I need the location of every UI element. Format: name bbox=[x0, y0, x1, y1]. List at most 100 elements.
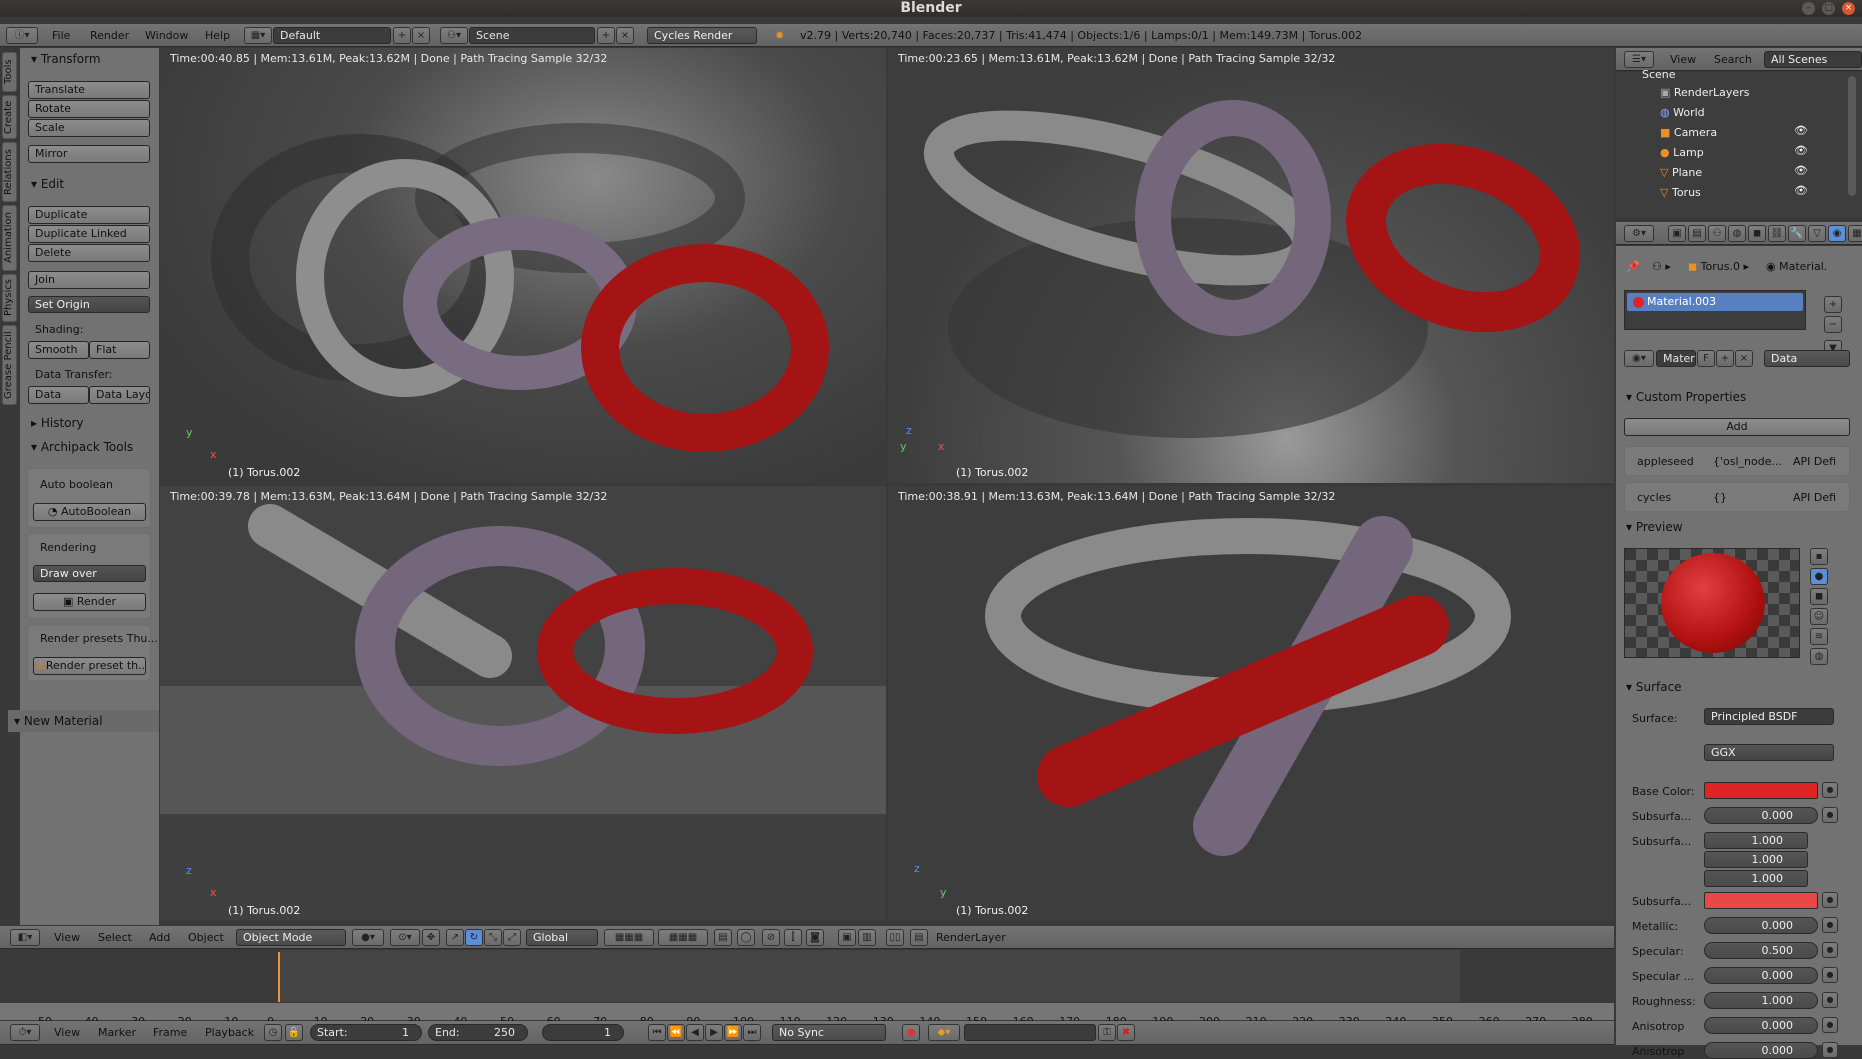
fake-user-button[interactable]: F bbox=[1697, 350, 1715, 367]
scene-tab-icon[interactable]: ⚇ bbox=[1708, 225, 1726, 242]
unlink-material-icon[interactable]: × bbox=[1735, 350, 1753, 367]
properties-editor-icon[interactable]: ⚙▾ bbox=[1624, 225, 1654, 242]
surface-number-field[interactable]: 0.500 bbox=[1704, 942, 1818, 959]
object-tab-icon[interactable]: ◼ bbox=[1748, 225, 1766, 242]
tab-animation[interactable]: Animation bbox=[2, 205, 17, 271]
data-button[interactable]: Data bbox=[28, 386, 89, 404]
subsurface-radius-field[interactable]: 1.000 bbox=[1704, 832, 1808, 849]
socket-link-icon[interactable]: ● bbox=[1822, 782, 1838, 798]
surface-number-field[interactable]: 0.000 bbox=[1704, 1017, 1818, 1034]
menu-playback[interactable]: Playback bbox=[205, 1024, 254, 1041]
menu-view[interactable]: View bbox=[54, 1024, 80, 1041]
render-preset-button[interactable]: ⚠Render preset th... bbox=[33, 657, 146, 675]
tab-grease-pencil[interactable]: Grease Pencil bbox=[2, 325, 17, 405]
pivot-icon[interactable]: ⊙▾ bbox=[390, 929, 420, 946]
data-tab-icon[interactable]: ▽ bbox=[1808, 225, 1826, 242]
keying-icon[interactable]: ◆▾ bbox=[928, 1024, 960, 1041]
socket-link-icon[interactable]: ● bbox=[1822, 992, 1838, 1008]
orientation-dropdown[interactable]: Global bbox=[526, 929, 598, 946]
visibility-eye-icon[interactable]: 👁 bbox=[1794, 124, 1808, 137]
socket-link-icon[interactable]: ● bbox=[1822, 917, 1838, 933]
add-slot-icon[interactable]: + bbox=[1824, 296, 1842, 313]
outliner-menu-search[interactable]: Search bbox=[1714, 51, 1752, 68]
opengl-render-icon[interactable]: ▣ bbox=[838, 929, 856, 946]
duplicate-linked-button[interactable]: Duplicate Linked bbox=[28, 225, 150, 243]
socket-link-icon[interactable]: ● bbox=[1822, 1017, 1838, 1033]
outliner-item-plane[interactable]: ▽ Plane bbox=[1660, 164, 1702, 181]
scene-icon[interactable]: ⚇▾ bbox=[440, 27, 468, 44]
socket-link-icon[interactable]: ● bbox=[1822, 967, 1838, 983]
scale-manip-icon[interactable]: ⤡ bbox=[484, 929, 502, 946]
render-engine-dropdown[interactable]: Cycles Render bbox=[647, 27, 757, 44]
mode-dropdown[interactable]: Object Mode bbox=[236, 929, 346, 946]
pin-icon[interactable]: 📌 bbox=[1626, 260, 1640, 273]
socket-link-icon[interactable]: ● bbox=[1822, 807, 1838, 823]
layout-icon[interactable]: ▦▾ bbox=[244, 27, 272, 44]
surface-number-field[interactable]: 1.000 bbox=[1704, 992, 1818, 1009]
material-name-field[interactable]: Materi bbox=[1656, 350, 1696, 367]
tab-physics[interactable]: Physics bbox=[2, 274, 17, 322]
outliner-item-lamp[interactable]: ● Lamp bbox=[1660, 144, 1704, 161]
insert-key-icon[interactable]: ⚿ bbox=[1098, 1024, 1116, 1041]
remove-slot-icon[interactable]: − bbox=[1824, 316, 1842, 333]
world-tab-icon[interactable]: ◍ bbox=[1728, 225, 1746, 242]
jump-start-icon[interactable]: ⏮ bbox=[648, 1024, 666, 1041]
remove-layout-icon[interactable]: × bbox=[412, 27, 430, 44]
menu-marker[interactable]: Marker bbox=[98, 1024, 136, 1041]
draw-over-dropdown[interactable]: Draw over bbox=[33, 565, 146, 582]
layers-grid2-icon[interactable]: ▦▦▦ bbox=[658, 929, 708, 946]
outliner-item-world[interactable]: ◍ World bbox=[1660, 104, 1705, 121]
rotate-manip-icon[interactable]: ↻ bbox=[465, 929, 483, 946]
play-reverse-icon[interactable]: ◀ bbox=[686, 1024, 704, 1041]
panel-custom-properties-header[interactable]: ▾ Custom Properties bbox=[1626, 390, 1746, 404]
editor-type-icon[interactable]: ⓘ▾ bbox=[6, 27, 38, 44]
shading-icon[interactable]: ●▾ bbox=[352, 929, 384, 946]
new-material-icon[interactable]: + bbox=[1716, 350, 1734, 367]
duplicate-button[interactable]: Duplicate bbox=[28, 206, 150, 224]
outliner-item-torus[interactable]: ▽ Torus bbox=[1660, 184, 1701, 201]
editor-type-icon[interactable]: ◧▾ bbox=[10, 929, 40, 946]
maximize-icon[interactable]: □ bbox=[1822, 2, 1835, 15]
outliner-item-renderlayers[interactable]: ▣ RenderLayers bbox=[1660, 84, 1749, 101]
mirror-button[interactable]: Mirror bbox=[28, 145, 150, 163]
surface-shader-dropdown[interactable]: Principled BSDF bbox=[1704, 708, 1834, 725]
manipulator-icon[interactable]: ✥ bbox=[422, 929, 440, 946]
keying-set-field[interactable] bbox=[964, 1024, 1096, 1041]
translate-button[interactable]: Translate bbox=[28, 81, 150, 99]
join-button[interactable]: Join bbox=[28, 271, 150, 289]
smooth-button[interactable]: Smooth bbox=[28, 341, 89, 359]
record-icon[interactable]: ● bbox=[902, 1024, 920, 1041]
menu-frame[interactable]: Frame bbox=[153, 1024, 187, 1041]
surface-number-field[interactable]: 0.000 bbox=[1704, 917, 1818, 934]
socket-link-icon[interactable]: ● bbox=[1822, 1042, 1838, 1058]
lock-icon[interactable]: 🔒 bbox=[285, 1024, 303, 1041]
autoboolean-button[interactable]: ◔ AutoBoolean bbox=[33, 503, 146, 521]
proportional-icon[interactable]: ◯ bbox=[737, 929, 755, 946]
viewport-top-left[interactable]: Time:00:40.85 | Mem:13.61M, Peak:13.62M … bbox=[160, 48, 886, 483]
texture-tab-icon[interactable]: ▦ bbox=[1848, 225, 1862, 242]
scene-field[interactable]: Scene bbox=[469, 27, 595, 44]
jump-end-icon[interactable]: ⏭ bbox=[743, 1024, 761, 1041]
minimize-icon[interactable]: – bbox=[1802, 2, 1815, 15]
transform-icon[interactable]: ⤢ bbox=[503, 929, 521, 946]
panel-new-material-header[interactable]: ▾ New Material bbox=[14, 714, 103, 728]
display-mode-dropdown[interactable]: All Scenes bbox=[1764, 51, 1862, 68]
base-color-swatch[interactable] bbox=[1704, 782, 1818, 799]
preview-world-icon[interactable]: ◍ bbox=[1810, 648, 1828, 665]
visibility-eye-icon[interactable]: 👁 bbox=[1794, 164, 1808, 177]
opengl-anim-icon[interactable]: ▥ bbox=[858, 929, 876, 946]
render-tab-icon[interactable]: ▣ bbox=[1668, 225, 1686, 242]
menu-select[interactable]: Select bbox=[98, 929, 132, 946]
render-layer-label[interactable]: RenderLayer bbox=[936, 929, 1006, 946]
panel-transform-header[interactable]: ▾ Transform bbox=[31, 52, 101, 66]
clock-icon[interactable]: ◷ bbox=[264, 1024, 282, 1041]
translate-manip-icon[interactable]: ↗ bbox=[446, 929, 464, 946]
stereo-icon[interactable]: ▯▯ bbox=[886, 929, 904, 946]
menu-help[interactable]: Help bbox=[205, 27, 230, 44]
preview-hair-icon[interactable]: ≋ bbox=[1810, 628, 1828, 645]
menu-view[interactable]: View bbox=[54, 929, 80, 946]
flat-button[interactable]: Flat bbox=[89, 341, 150, 359]
surface-number-field[interactable]: 0.000 bbox=[1704, 807, 1818, 824]
data-layout-button[interactable]: Data Layo bbox=[89, 386, 150, 404]
start-frame-field[interactable]: Start: 1 bbox=[310, 1024, 422, 1041]
